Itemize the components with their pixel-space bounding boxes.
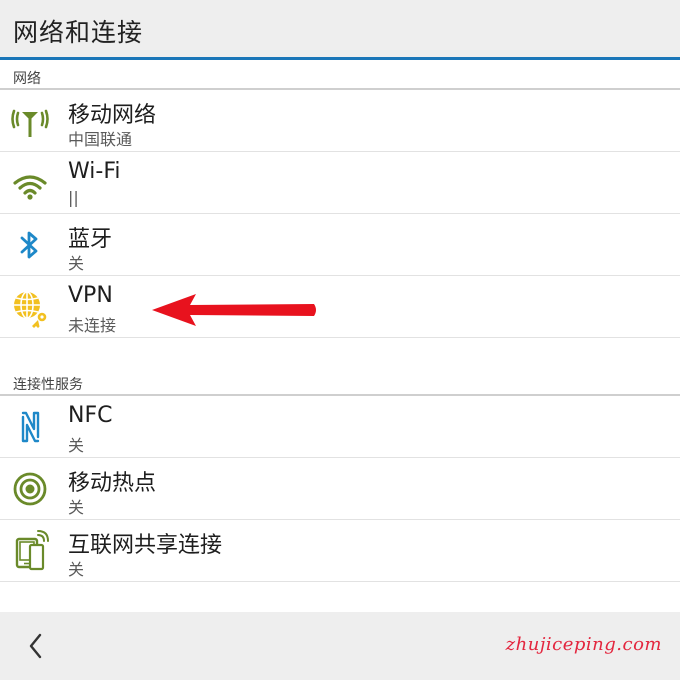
list-item-tethering[interactable]: 互联网共享连接 关 (0, 520, 680, 582)
nfc-icon (8, 405, 52, 449)
title-bar: 网络和连接 (0, 0, 680, 60)
vpn-globe-key-icon (8, 285, 52, 329)
list-item-bluetooth[interactable]: 蓝牙 关 (0, 214, 680, 276)
item-label: 移动网络 (68, 103, 157, 128)
back-button[interactable] (18, 626, 54, 666)
red-arrow-annotation (152, 294, 316, 326)
item-status: 中国联通 (68, 130, 133, 149)
item-status: || (68, 188, 79, 207)
section-title: 连接性服务 (13, 377, 83, 393)
bottom-action-bar: zhujiceping.com (0, 612, 680, 680)
item-label: NFC (68, 403, 113, 428)
cellular-antenna-icon (8, 99, 52, 143)
bluetooth-icon (8, 223, 52, 267)
list-item-hotspot[interactable]: 移动热点 关 (0, 458, 680, 520)
item-status: 关 (68, 254, 85, 273)
section-header-connectivity: 连接性服务 (0, 368, 680, 396)
section-header-network: 网络 (0, 62, 680, 90)
item-status: 未连接 (68, 316, 117, 335)
section-title: 网络 (13, 71, 41, 87)
list-item-vpn[interactable]: VPN 未连接 (0, 276, 680, 338)
page-title: 网络和连接 (13, 18, 144, 47)
tethering-icon (8, 529, 52, 573)
list-item-nfc[interactable]: NFC 关 (0, 396, 680, 458)
item-label: 互联网共享连接 (68, 533, 223, 558)
item-label: VPN (68, 283, 113, 308)
item-label: 蓝牙 (68, 227, 113, 252)
list-item-mobile-network[interactable]: 移动网络 中国联通 (0, 90, 680, 152)
item-label: Wi-Fi (68, 159, 121, 184)
item-status: 关 (68, 560, 85, 579)
watermark-text: zhujiceping.com (505, 634, 662, 655)
hotspot-icon (8, 467, 52, 511)
item-status: 关 (68, 436, 85, 455)
wifi-icon (8, 161, 52, 205)
chevron-left-icon (29, 633, 42, 659)
list-item-wifi[interactable]: Wi-Fi || (0, 152, 680, 214)
item-status: 关 (68, 498, 85, 517)
item-label: 移动热点 (68, 471, 157, 496)
